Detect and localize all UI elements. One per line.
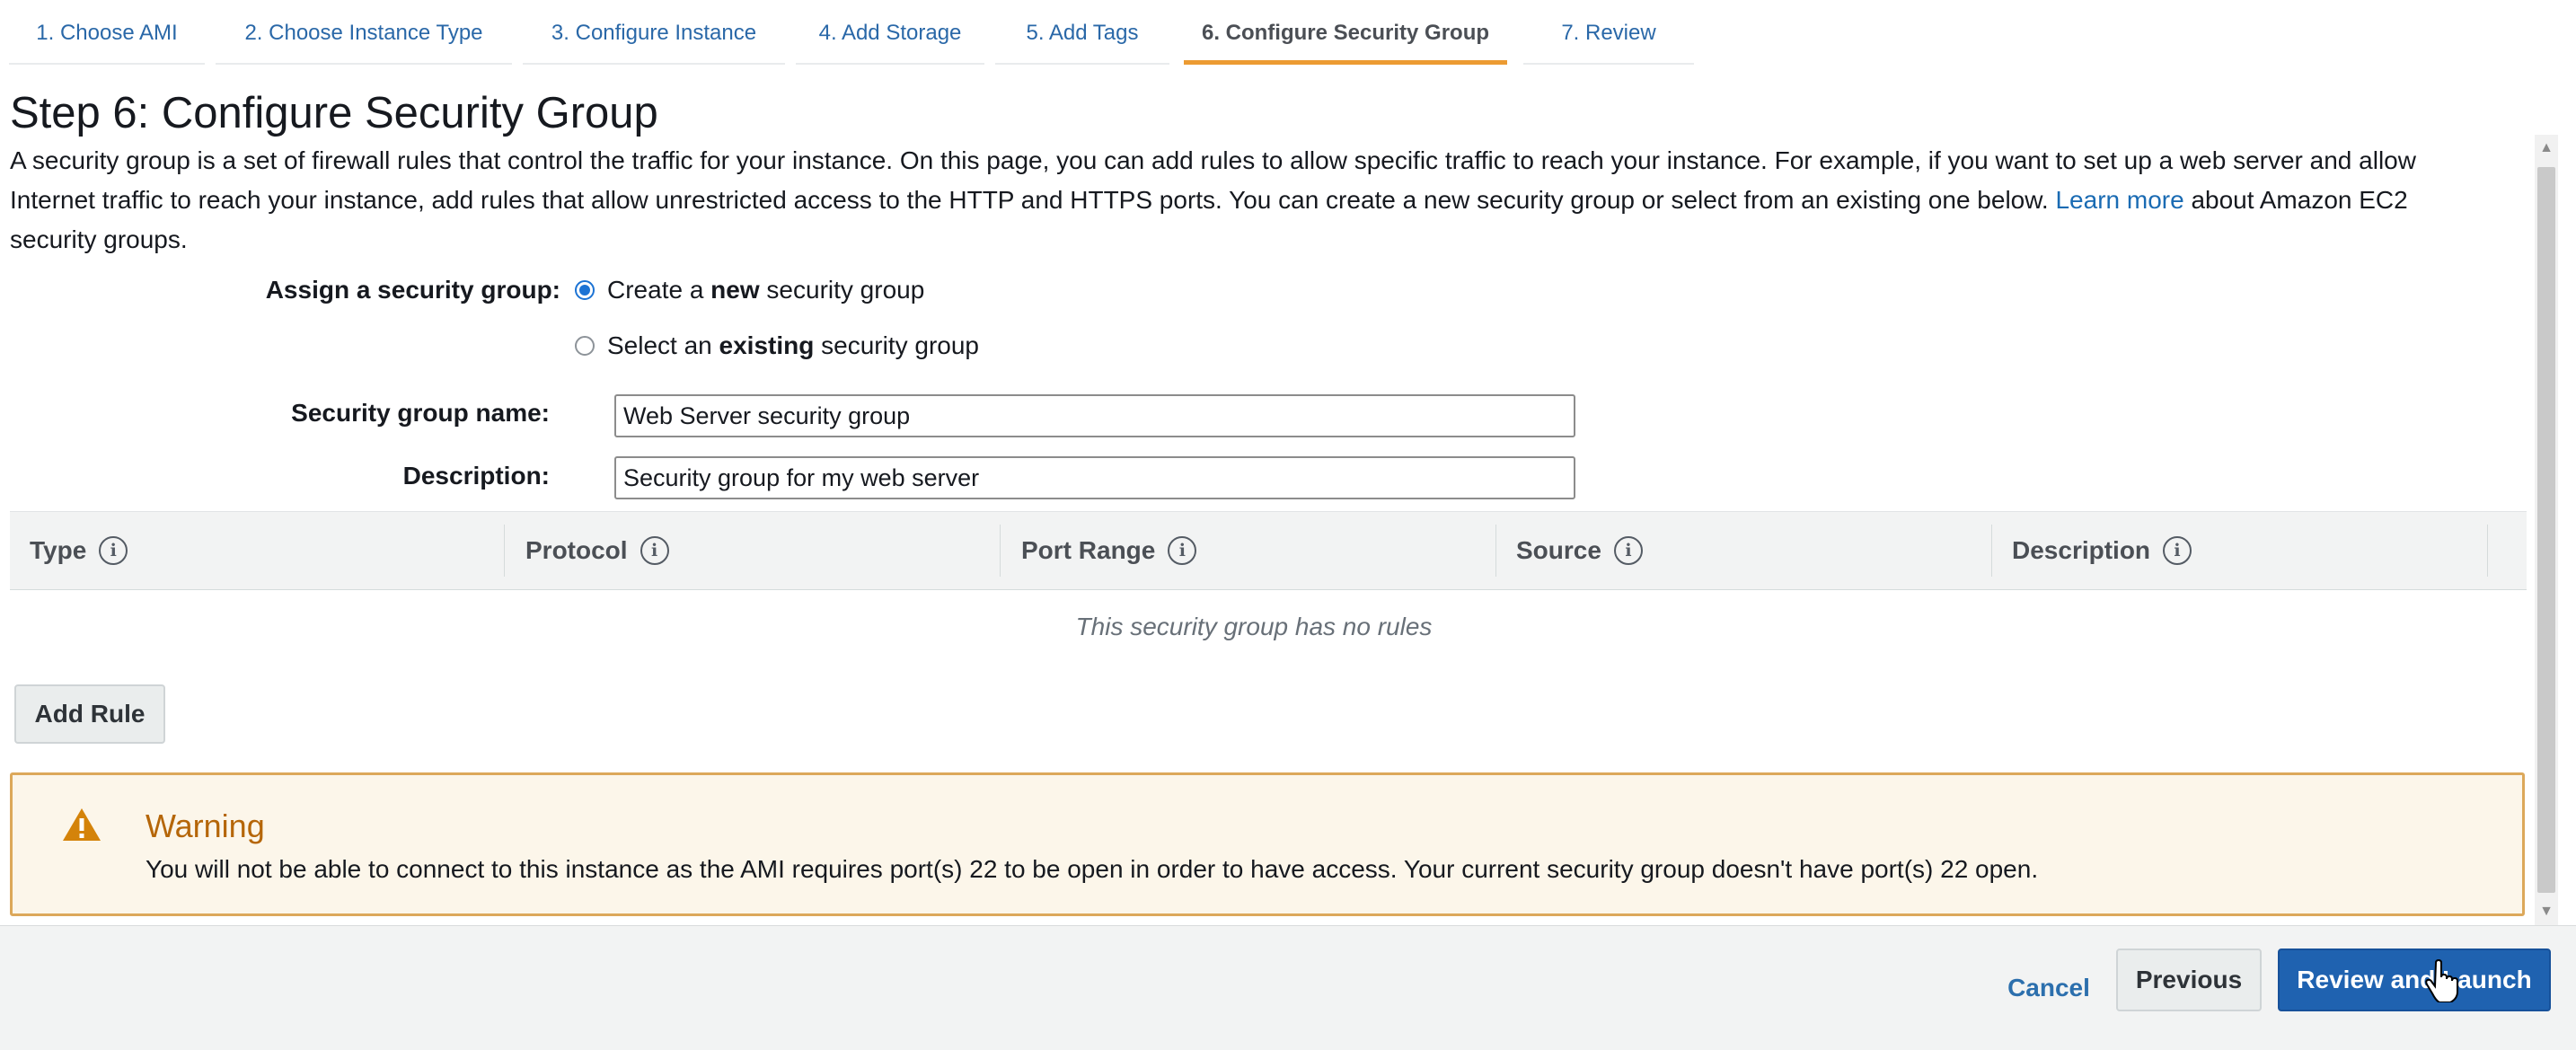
security-group-name-input[interactable] [614, 394, 1575, 437]
column-divider [2487, 525, 2488, 577]
warning-message: You will not be able to connect to this … [146, 855, 2039, 883]
radio-select-existing-button[interactable] [575, 336, 595, 356]
column-divider [504, 525, 505, 577]
vertical-scrollbar[interactable]: ▲ ▼ [2535, 135, 2558, 925]
main-content: Step 6: Configure Security Group A secur… [0, 65, 2535, 925]
assign-security-group-label: Assign a security group: [265, 276, 560, 304]
wizard-footer: Cancel Previous Review and Launch [0, 925, 2576, 1050]
description-input[interactable] [614, 456, 1575, 499]
security-group-name-label: Security group name: [291, 399, 550, 427]
info-icon[interactable]: i [2163, 536, 2192, 565]
warning-title: Warning [146, 807, 265, 844]
info-icon[interactable]: i [640, 536, 669, 565]
page-title: Step 6: Configure Security Group [10, 89, 658, 137]
empty-rules-message: This security group has no rules [1075, 613, 1433, 640]
tab-add-storage[interactable]: 4. Add Storage [796, 0, 984, 65]
rules-table-header: Type i Protocol i Port Range i Source i … [10, 511, 2527, 590]
radio-create-new-group[interactable]: Create a new security group [575, 276, 924, 304]
scrollbar-thumb[interactable] [2537, 167, 2555, 893]
radio-select-existing-group[interactable]: Select an existing security group [575, 331, 979, 360]
tab-configure-security-group[interactable]: 6. Configure Security Group [1184, 0, 1507, 65]
hand-cursor-icon [2425, 959, 2458, 1002]
radio-create-new-button[interactable] [575, 280, 595, 300]
column-divider [1000, 525, 1001, 577]
add-rule-button[interactable]: Add Rule [14, 684, 165, 744]
intro-text: A security group is a set of firewall ru… [10, 141, 2498, 260]
info-icon[interactable]: i [1168, 536, 1197, 565]
column-divider [1991, 525, 1992, 577]
tab-review[interactable]: 7. Review [1523, 0, 1694, 65]
column-description[interactable]: Description i [2012, 512, 2192, 589]
column-source[interactable]: Source i [1516, 512, 1643, 589]
info-icon[interactable]: i [99, 536, 128, 565]
cancel-button[interactable]: Cancel [1998, 958, 2100, 1018]
description-label: Description: [402, 462, 550, 490]
review-and-launch-button[interactable]: Review and Launch [2278, 949, 2551, 1011]
previous-button[interactable]: Previous [2116, 949, 2262, 1011]
tab-choose-instance-type[interactable]: 2. Choose Instance Type [216, 0, 512, 65]
column-port-range[interactable]: Port Range i [1021, 512, 1197, 589]
tab-configure-instance[interactable]: 3. Configure Instance [523, 0, 785, 65]
tab-choose-ami[interactable]: 1. Choose AMI [9, 0, 205, 65]
scroll-up-icon[interactable]: ▲ [2535, 135, 2558, 162]
info-icon[interactable]: i [1613, 536, 1643, 565]
tab-add-tags[interactable]: 5. Add Tags [995, 0, 1169, 65]
column-type[interactable]: Type i [30, 512, 128, 589]
radio-create-new-label: Create a new security group [607, 276, 925, 304]
radio-select-existing-label: Select an existing security group [607, 331, 979, 359]
warning-triangle-icon [63, 808, 101, 841]
column-protocol[interactable]: Protocol i [525, 512, 669, 589]
scroll-down-icon[interactable]: ▼ [2535, 898, 2558, 925]
column-divider [1495, 525, 1496, 577]
learn-more-link[interactable]: Learn more [2055, 186, 2183, 214]
warning-alert: Warning You will not be able to connect … [10, 772, 2525, 916]
